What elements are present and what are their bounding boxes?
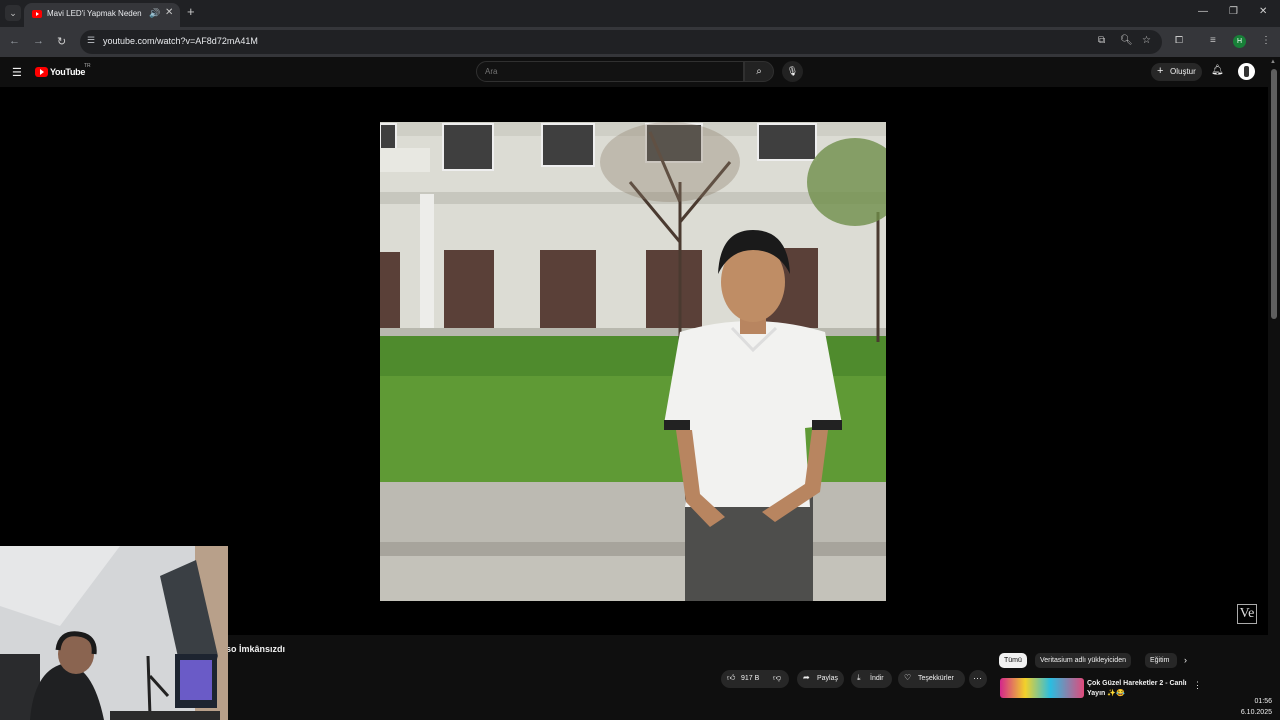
video-title: so İmkânsızdı: [226, 644, 286, 654]
search-box: [476, 61, 744, 82]
plus-icon: +: [1157, 65, 1164, 77]
scrollbar-thumb[interactable]: [1271, 69, 1277, 319]
scroll-up-arrow-icon[interactable]: ▲: [1270, 59, 1276, 65]
microphone-icon: 🎙︎: [786, 66, 799, 76]
dislike-button[interactable]: 👎︎: [773, 673, 781, 683]
clock-time: 01:56: [1254, 698, 1272, 705]
channel-watermark[interactable]: Ve: [1237, 604, 1257, 624]
webcam-overlay: [0, 546, 228, 720]
clock-date: 6.10.2025: [1240, 709, 1272, 716]
chip-education[interactable]: Eğitim: [1145, 653, 1177, 668]
tab-title: Mavi LED'i Yapmak Neden İmkânsızdı: [47, 9, 142, 18]
extensions-icon[interactable]: ⧠: [1175, 35, 1183, 46]
video-frame[interactable]: [380, 122, 886, 601]
close-tab-icon[interactable]: ✕: [165, 7, 173, 18]
browser-menu-icon[interactable]: ⋮: [1261, 35, 1271, 46]
speaker-icon[interactable]: 🔊: [149, 8, 160, 19]
chevron-right-icon[interactable]: ›: [1184, 655, 1187, 665]
thumbs-up-icon: 👍︎: [727, 673, 736, 682]
country-code: TR: [84, 63, 91, 69]
chip-all[interactable]: Tümü: [999, 653, 1027, 668]
share-label: Paylaş: [817, 675, 839, 682]
close-window-button[interactable]: ✕: [1259, 6, 1267, 17]
page-scrollbar[interactable]: ▲: [1268, 57, 1280, 720]
browser-tab[interactable]: Mavi LED'i Yapmak Neden İmkânsızdı 🔊 ✕: [24, 3, 180, 27]
download-label: İndir: [870, 675, 884, 682]
video-scene-image: [380, 122, 886, 601]
recommendation-thumbnail[interactable]: [1000, 678, 1084, 698]
restore-button[interactable]: ❐: [1229, 6, 1238, 17]
chip-from-uploader[interactable]: Veritasium adlı yükleyiciden: [1035, 653, 1131, 668]
search-input[interactable]: [485, 67, 735, 76]
search-icon: ⌕: [756, 66, 762, 77]
minimize-button[interactable]: —: [1198, 6, 1208, 17]
download-button[interactable]: ⤓ İndir: [851, 670, 892, 688]
like-button[interactable]: 👍︎: [727, 673, 735, 683]
search-button[interactable]: ⌕: [744, 61, 774, 82]
media-controls-icon[interactable]: ≡: [1210, 35, 1216, 46]
youtube-header: ☰ YouTube TR ⌕ 🎙︎ + Oluştur 🔔︎: [0, 57, 1268, 87]
youtube-favicon-icon: [32, 10, 42, 18]
notifications-bell-icon[interactable]: 🔔︎: [1211, 65, 1224, 76]
install-app-icon[interactable]: ⧉: [1098, 35, 1105, 46]
hamburger-menu-icon[interactable]: ☰: [12, 66, 22, 79]
thanks-heart-icon: ♡: [904, 673, 912, 682]
more-actions-icon: ···: [973, 673, 982, 683]
download-icon: ⤓: [857, 673, 861, 682]
voice-search-button[interactable]: 🎙︎: [782, 61, 803, 82]
site-info-icon[interactable]: ☰: [87, 35, 95, 46]
address-url: youtube.com/watch?v=AF8d72mA41M: [103, 36, 258, 46]
taskbar-clock[interactable]: 01:56 6.10.2025: [1234, 696, 1272, 718]
browser-toolbar: ← → ↻ ☰ youtube.com/watch?v=AF8d72mA41M …: [0, 27, 1280, 57]
thumbs-down-icon: 👎︎: [773, 673, 782, 682]
share-arrow-icon: ➦: [803, 673, 810, 682]
youtube-wordmark[interactable]: YouTube: [50, 67, 85, 77]
reload-button[interactable]: ↻: [57, 35, 66, 48]
account-avatar[interactable]: [1238, 63, 1255, 80]
share-button[interactable]: ➦ Paylaş: [797, 670, 844, 688]
more-actions-button[interactable]: ···: [969, 670, 987, 688]
like-dislike-group: 👍︎ 917 B 👎︎: [721, 670, 789, 688]
bookmark-star-icon[interactable]: ☆: [1142, 35, 1151, 46]
thanks-button[interactable]: ♡ Teşekkürler: [898, 670, 965, 688]
create-label: Oluştur: [1170, 67, 1196, 76]
forward-button[interactable]: →: [33, 35, 44, 47]
recommendation-more-icon[interactable]: ⋮: [1193, 680, 1202, 691]
new-tab-button[interactable]: +: [187, 5, 195, 19]
back-button[interactable]: ←: [9, 35, 20, 47]
webcam-scene-image: [0, 546, 228, 720]
thanks-label: Teşekkürler: [918, 675, 954, 682]
zoom-icon[interactable]: 🔍︎: [1120, 35, 1133, 46]
youtube-logo-icon[interactable]: [35, 67, 48, 77]
recommendation-title[interactable]: Çok Güzel Hareketler 2 - Canlı Yayın ✨😂: [1087, 679, 1191, 699]
like-count: 917 B: [741, 675, 760, 682]
profile-avatar[interactable]: H: [1233, 35, 1246, 48]
address-bar[interactable]: ☰ youtube.com/watch?v=AF8d72mA41M ⧉ 🔍︎ ☆: [80, 30, 1162, 54]
create-button[interactable]: + Oluştur: [1151, 63, 1202, 81]
tab-search-button[interactable]: ⌄: [5, 5, 21, 21]
browser-tab-bar: ⌄ Mavi LED'i Yapmak Neden İmkânsızdı 🔊 ✕…: [0, 0, 1280, 27]
